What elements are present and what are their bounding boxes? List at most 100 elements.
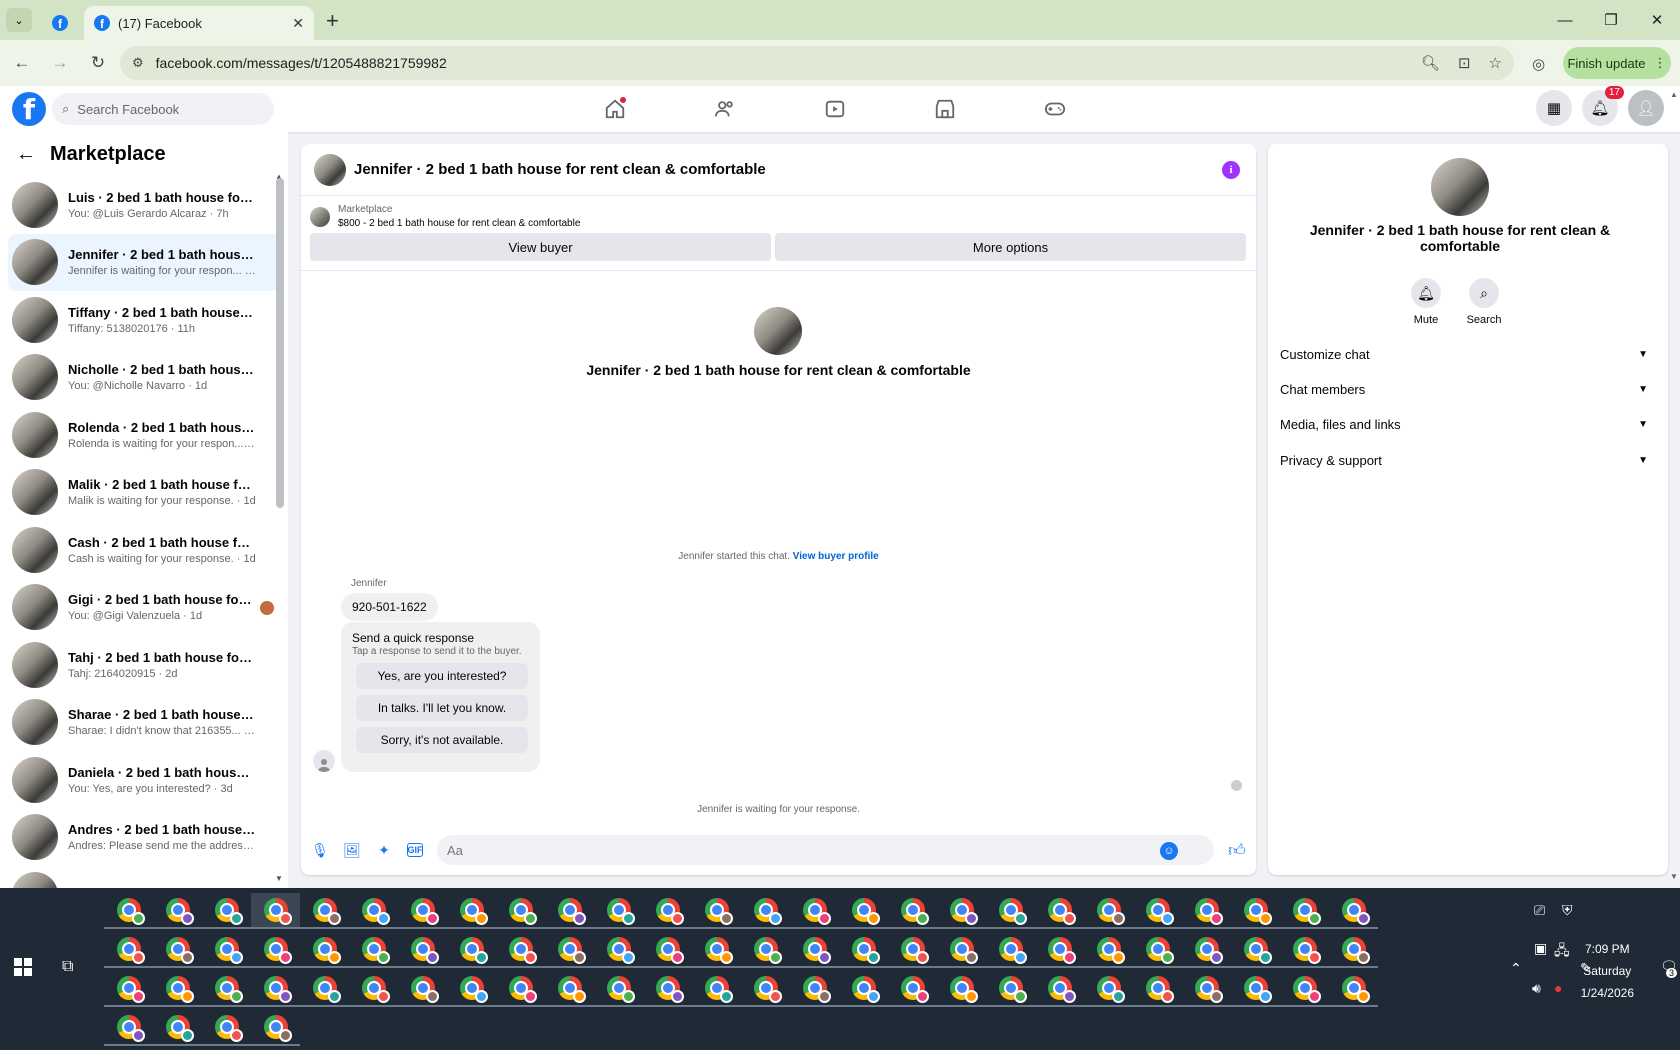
chrome-taskbar-button[interactable] bbox=[447, 932, 496, 968]
chrome-taskbar-button[interactable] bbox=[839, 932, 888, 968]
url-text[interactable]: facebook.com/messages/t/1205488821759982 bbox=[156, 55, 1403, 71]
search-button[interactable]: ⌕ Search bbox=[1467, 278, 1501, 326]
chrome-taskbar-button[interactable] bbox=[545, 932, 594, 968]
chrome-taskbar-button[interactable] bbox=[692, 893, 741, 929]
photo-icon[interactable]: 🖼︎ bbox=[343, 841, 361, 859]
message-bubble[interactable]: 920-501-1622 bbox=[341, 593, 438, 621]
chrome-taskbar-button[interactable] bbox=[1035, 932, 1084, 968]
chrome-taskbar-button[interactable] bbox=[349, 893, 398, 929]
chrome-taskbar-button[interactable] bbox=[153, 893, 202, 929]
close-window-button[interactable]: ✕ bbox=[1634, 0, 1680, 40]
tab-search-button[interactable]: ⌄ bbox=[6, 8, 32, 32]
chrome-taskbar-button[interactable] bbox=[741, 893, 790, 929]
conversation-item[interactable]: Rolenda · 2 bed 1 bath house fo... Rolend… bbox=[8, 406, 280, 464]
scroll-down-arrow[interactable]: ▼ bbox=[275, 874, 283, 883]
chrome-taskbar-button[interactable] bbox=[1084, 971, 1133, 1007]
chrome-taskbar-button[interactable] bbox=[888, 893, 937, 929]
chrome-taskbar-button[interactable] bbox=[1084, 893, 1133, 929]
bookmark-star-icon[interactable]: ☆ bbox=[1489, 54, 1502, 72]
chrome-taskbar-button[interactable] bbox=[545, 893, 594, 929]
chrome-taskbar-button[interactable] bbox=[1182, 932, 1231, 968]
chrome-taskbar-button[interactable] bbox=[104, 971, 153, 1007]
finish-update-button[interactable]: Finish update ⋮ bbox=[1563, 47, 1671, 79]
chrome-taskbar-button[interactable] bbox=[643, 932, 692, 968]
chrome-taskbar-button[interactable] bbox=[937, 971, 986, 1007]
restore-button[interactable]: ❐ bbox=[1588, 0, 1634, 40]
chrome-taskbar-button[interactable] bbox=[986, 893, 1035, 929]
chrome-taskbar-button[interactable] bbox=[1035, 893, 1084, 929]
app-tray-icon[interactable]: ▣ bbox=[1534, 940, 1547, 957]
chrome-taskbar-button[interactable] bbox=[986, 932, 1035, 968]
section-privacy-support[interactable]: Privacy & support ▼ bbox=[1280, 444, 1656, 476]
reload-button[interactable]: ↻ bbox=[82, 47, 114, 79]
quick-reply-in-talks[interactable]: In talks. I'll let you know. bbox=[356, 695, 528, 721]
chrome-taskbar-button[interactable] bbox=[398, 893, 447, 929]
chrome-taskbar-button[interactable] bbox=[251, 932, 300, 968]
conversation-item[interactable]: Gigi · 2 bed 1 bath house for ... You: @G… bbox=[8, 579, 280, 637]
meet-icon[interactable]: ⎚ bbox=[1534, 902, 1545, 919]
chevron-up-icon[interactable]: ⌃ bbox=[1510, 960, 1522, 977]
chrome-taskbar-button[interactable] bbox=[888, 971, 937, 1007]
record-icon[interactable]: ● bbox=[1554, 980, 1562, 996]
back-arrow-icon[interactable]: ← bbox=[16, 143, 36, 166]
chrome-taskbar-button[interactable] bbox=[202, 932, 251, 968]
quick-reply-not-available[interactable]: Sorry, it's not available. bbox=[356, 727, 528, 753]
chrome-taskbar-button[interactable] bbox=[1035, 971, 1084, 1007]
chrome-taskbar-button[interactable] bbox=[790, 893, 839, 929]
page-scroll-up[interactable]: ▲ bbox=[1670, 90, 1678, 99]
section-media-files-links[interactable]: Media, files and links ▼ bbox=[1280, 408, 1656, 440]
chrome-taskbar-button[interactable] bbox=[202, 893, 251, 929]
profile-icon[interactable]: ◎ bbox=[1532, 55, 1545, 73]
volume-icon[interactable]: 🔊︎ bbox=[1532, 980, 1541, 997]
chrome-taskbar-button[interactable] bbox=[839, 971, 888, 1007]
chrome-taskbar-button[interactable] bbox=[300, 971, 349, 1007]
conversation-item[interactable]: Cash · 2 bed 1 bath house for re... Cash … bbox=[8, 521, 280, 579]
chrome-taskbar-button[interactable] bbox=[1182, 893, 1231, 929]
conversation-item[interactable]: Luis · 2 bed 1 bath house for ren... You:… bbox=[8, 176, 280, 234]
chrome-taskbar-button[interactable] bbox=[594, 932, 643, 968]
menu-grid-button[interactable]: ▦ bbox=[1536, 90, 1572, 126]
notifications-button[interactable]: 🔔︎ 17 bbox=[1582, 86, 1624, 126]
chrome-taskbar-button[interactable] bbox=[692, 932, 741, 968]
conversation-item[interactable]: Daniela · 2 bed 1 bath house for... You: … bbox=[8, 751, 280, 809]
section-customize-chat[interactable]: Customize chat ▼ bbox=[1280, 338, 1656, 370]
chrome-taskbar-button[interactable] bbox=[839, 893, 888, 929]
chrome-taskbar-button[interactable] bbox=[104, 893, 153, 929]
more-options-button[interactable]: More options bbox=[775, 233, 1246, 261]
chrome-taskbar-button[interactable] bbox=[447, 971, 496, 1007]
search-input[interactable]: ⌕ Search Facebook bbox=[52, 93, 274, 125]
account-avatar[interactable]: 👤︎ bbox=[1628, 90, 1664, 126]
conversation-item[interactable]: Sharae · 2 bed 1 bath house for ... Shara… bbox=[8, 694, 280, 752]
page-scroll-down[interactable]: ▼ bbox=[1670, 872, 1678, 881]
chrome-taskbar-button[interactable] bbox=[251, 1010, 300, 1046]
nav-home[interactable] bbox=[560, 86, 670, 132]
gif-icon[interactable]: GIF bbox=[407, 843, 423, 857]
chrome-taskbar-button[interactable] bbox=[251, 971, 300, 1007]
chrome-taskbar-button[interactable] bbox=[1084, 932, 1133, 968]
conversation-item[interactable]: Malik · 2 bed 1 bath house for r... Malik… bbox=[8, 464, 280, 522]
chrome-taskbar-button[interactable] bbox=[594, 893, 643, 929]
chrome-taskbar-button[interactable] bbox=[1280, 932, 1329, 968]
site-info-icon[interactable]: ⚙ bbox=[132, 55, 144, 71]
chrome-taskbar-button[interactable] bbox=[202, 1010, 251, 1046]
chrome-taskbar-button[interactable] bbox=[1329, 971, 1378, 1007]
task-view-icon[interactable]: ⧉ bbox=[62, 958, 73, 976]
facebook-logo[interactable]: f bbox=[12, 92, 46, 126]
emoji-icon[interactable]: ☺ bbox=[1160, 842, 1178, 860]
chrome-taskbar-button[interactable] bbox=[153, 971, 202, 1007]
chrome-taskbar-button[interactable] bbox=[153, 1010, 202, 1046]
pinned-tab-facebook[interactable]: f bbox=[40, 6, 80, 40]
network-icon[interactable]: 🖧︎ bbox=[1554, 940, 1570, 964]
scrollbar-thumb[interactable] bbox=[276, 178, 284, 508]
windows-start-icon[interactable] bbox=[14, 958, 32, 976]
nav-friends[interactable] bbox=[670, 86, 780, 132]
chrome-taskbar-button[interactable] bbox=[1329, 932, 1378, 968]
section-chat-members[interactable]: Chat members ▼ bbox=[1280, 373, 1656, 405]
chrome-taskbar-button[interactable] bbox=[692, 971, 741, 1007]
chrome-taskbar-button[interactable] bbox=[104, 932, 153, 968]
conversation-item[interactable]: Tiffany · 2 bed 1 bath house for ... Tiff… bbox=[8, 291, 280, 349]
chrome-taskbar-button[interactable] bbox=[643, 971, 692, 1007]
chrome-taskbar-button[interactable] bbox=[741, 971, 790, 1007]
chrome-taskbar-button[interactable] bbox=[1182, 971, 1231, 1007]
chrome-taskbar-button[interactable] bbox=[104, 1010, 153, 1046]
